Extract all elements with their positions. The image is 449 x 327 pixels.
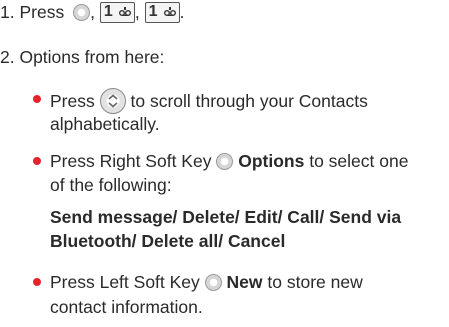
right-softkey-icon [216,153,234,170]
separator: , [134,2,140,22]
step-2: 2. Options from here: [0,47,165,67]
bullet-1-line-2: alphabetically. [50,114,160,134]
bullet-text: to store new [267,272,363,292]
options-list-line-2: Bluetooth/ Delete all/ Cancel [50,231,286,251]
step-1-label: 1. Press [0,2,65,22]
bullet-2-line-1: Press Right Soft Key Options to select o… [50,150,408,172]
key-label: New [226,272,263,292]
bullet-text: to select one [309,151,409,171]
separator: , [90,2,95,22]
bullet-text: to scroll through your Contacts [130,91,368,111]
bullet-2-line-2: of the following: [50,175,172,195]
bullet-3-marker [33,278,41,286]
softkey-center-icon [73,4,91,21]
key-1-voicemail-icon: 1 [144,2,180,23]
key-label: Options [238,151,305,171]
bullet-2-marker [33,157,41,165]
navigation-key-icon [99,88,126,114]
bullet-text: Press Left Soft Key [50,272,200,292]
period: . [179,2,185,22]
options-list-line-1: Send message/ Delete/ Edit/ Call/ Send v… [50,207,402,227]
key-1-voicemail-icon: 1 [99,2,135,23]
bullet-1-marker [33,95,41,103]
bullet-text: Press Right Soft Key [50,151,212,171]
step-1: 1. Press , 1 , 1 . [0,1,184,23]
bullet-1-line-1: Press to scroll through your Contacts [50,88,368,114]
bullet-3-line-1: Press Left Soft Key New to store new [50,271,363,293]
bullet-text: Press [50,91,95,111]
left-softkey-icon [204,274,222,291]
bullet-3-line-2: contact information. [50,297,203,317]
